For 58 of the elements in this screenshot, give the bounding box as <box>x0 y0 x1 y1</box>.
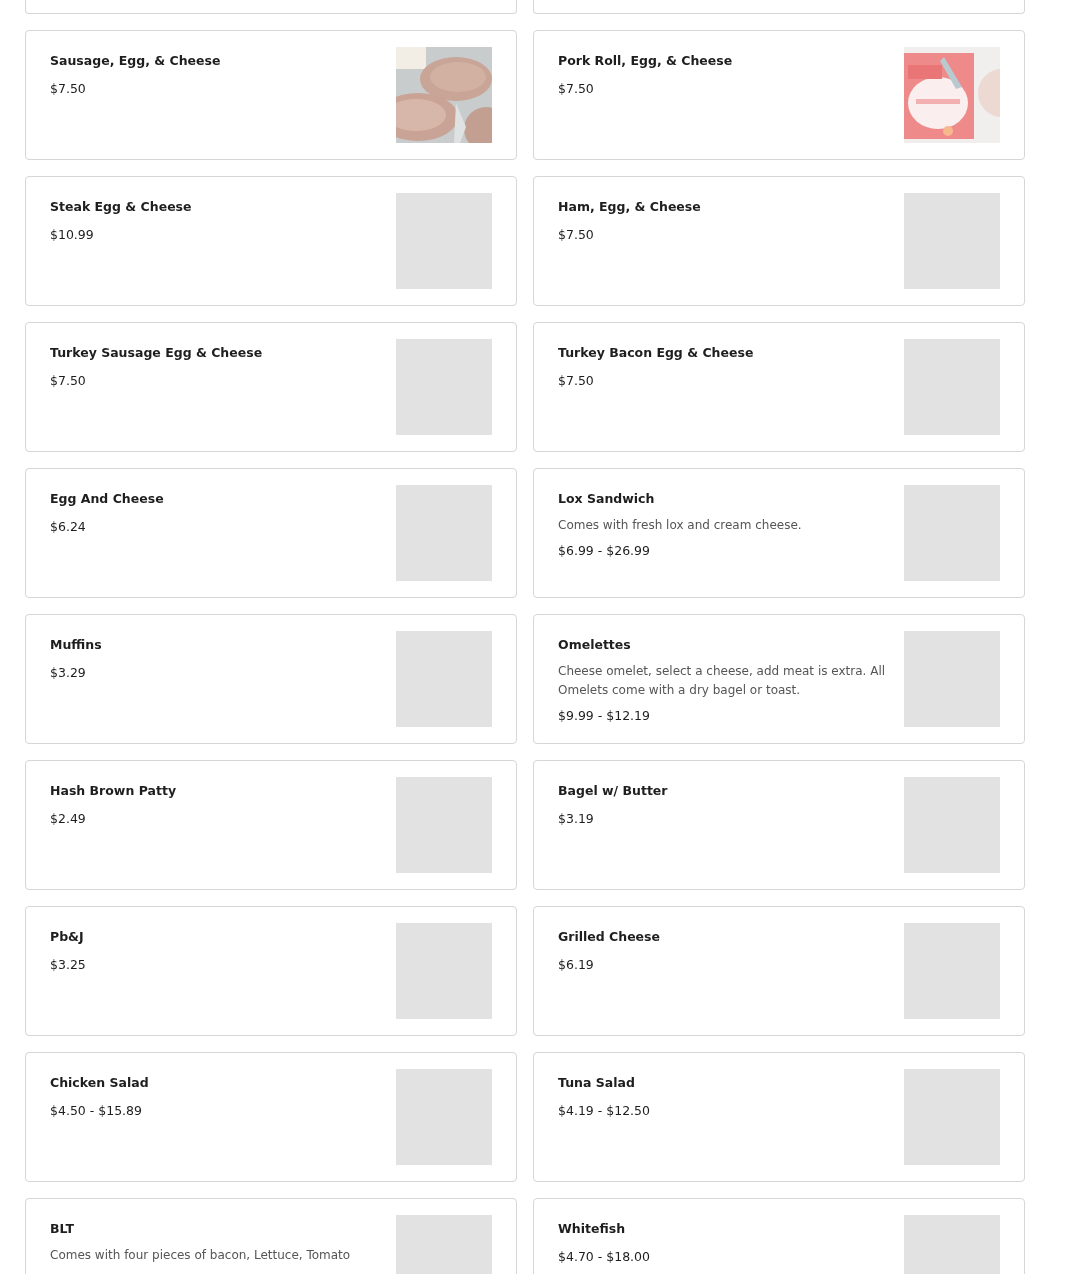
item-price: $2.49 <box>50 811 86 827</box>
menu-card[interactable]: Turkey Sausage Egg & Cheese $7.50 <box>25 322 517 452</box>
item-name: Lox Sandwich <box>558 491 655 507</box>
menu-card[interactable]: Lox Sandwich Comes with fresh lox and cream cheese. $6.99 - $26.99 <box>533 468 1025 598</box>
item-name: Hash Brown Patty <box>50 783 177 799</box>
item-price: $7.50 <box>558 227 594 243</box>
item-name: Omelettes <box>558 637 631 653</box>
menu-card[interactable]: Whitefish $4.70 - $18.00 <box>533 1198 1025 1274</box>
item-price: $7.50 <box>50 373 86 389</box>
item-price: $7.50 <box>558 373 594 389</box>
item-name: Egg And Cheese <box>50 491 164 507</box>
item-price: $3.29 <box>50 665 86 681</box>
item-price: $4.70 - $18.00 <box>558 1249 650 1265</box>
menu-card[interactable]: Pb&J $3.25 <box>25 906 517 1036</box>
menu-card[interactable]: Muffins $3.29 <box>25 614 517 744</box>
menu-card[interactable]: Bagel w/ Butter $3.19 <box>533 760 1025 890</box>
menu-card[interactable]: Pork Roll, Egg, & Cheese $7.50 <box>533 30 1025 160</box>
menu-card[interactable]: Grilled Cheese $6.19 <box>533 906 1025 1036</box>
menu-card[interactable] <box>25 0 517 14</box>
menu-card[interactable]: Chicken Salad $4.50 - $15.89 <box>25 1052 517 1182</box>
menu-card[interactable]: Omelettes Cheese omelet, select a cheese, add meat is extra. All Omelets come with a dry bagel or toast. $9.99 - $12.19 <box>533 614 1025 744</box>
item-description: Comes with four pieces of bacon, Lettuce, Tomato <box>50 1247 351 1264</box>
item-name: Turkey Sausage Egg & Cheese <box>50 345 263 361</box>
item-name: Turkey Bacon Egg & Cheese <box>558 345 754 361</box>
item-price: $4.50 - $15.89 <box>50 1103 142 1119</box>
menu-card[interactable]: Hash Brown Patty $2.49 <box>25 760 517 890</box>
item-description: Cheese omelet, select a cheese, add meat is extra. All Omelets come with a dry bagel or toast. <box>558 663 887 699</box>
item-name: BLT <box>50 1221 74 1237</box>
item-name: Pork Roll, Egg, & Cheese <box>558 53 733 69</box>
item-price: $6.99 - $26.99 <box>558 543 650 559</box>
item-price: $6.19 <box>558 957 594 973</box>
menu-card[interactable]: Ham, Egg, & Cheese $7.50 <box>533 176 1025 306</box>
menu-card[interactable]: Steak Egg & Cheese $10.99 <box>25 176 517 306</box>
item-price: $4.19 - $12.50 <box>558 1103 650 1119</box>
item-name: Tuna Salad <box>558 1075 635 1091</box>
item-name: Bagel w/ Butter <box>558 783 668 799</box>
item-price: $9.99 - $12.19 <box>558 708 650 724</box>
menu-card[interactable]: Egg And Cheese $6.24 <box>25 468 517 598</box>
menu-card[interactable]: Tuna Salad $4.19 - $12.50 <box>533 1052 1025 1182</box>
item-price: $3.25 <box>50 957 86 973</box>
menu-card[interactable]: Sausage, Egg, & Cheese $7.50 <box>25 30 517 160</box>
menu-card[interactable] <box>533 0 1025 14</box>
menu-card[interactable]: Turkey Bacon Egg & Cheese $7.50 <box>533 322 1025 452</box>
item-name: Grilled Cheese <box>558 929 660 945</box>
item-name: Steak Egg & Cheese <box>50 199 192 215</box>
item-name: Whitefish <box>558 1221 626 1237</box>
item-name: Chicken Salad <box>50 1075 149 1091</box>
item-name: Sausage, Egg, & Cheese <box>50 53 221 69</box>
item-description: Comes with fresh lox and cream cheese. <box>558 517 802 534</box>
item-name: Pb&J <box>50 929 84 945</box>
item-price: $7.50 <box>50 81 86 97</box>
item-name: Ham, Egg, & Cheese <box>558 199 701 215</box>
item-name: Muffins <box>50 637 102 653</box>
item-price: $3.19 <box>558 811 594 827</box>
item-price: $6.24 <box>50 519 86 535</box>
menu-card[interactable]: BLT Comes with four pieces of bacon, Lettuce, Tomato <box>25 1198 517 1274</box>
item-price: $7.50 <box>558 81 594 97</box>
item-price: $10.99 <box>50 227 94 243</box>
